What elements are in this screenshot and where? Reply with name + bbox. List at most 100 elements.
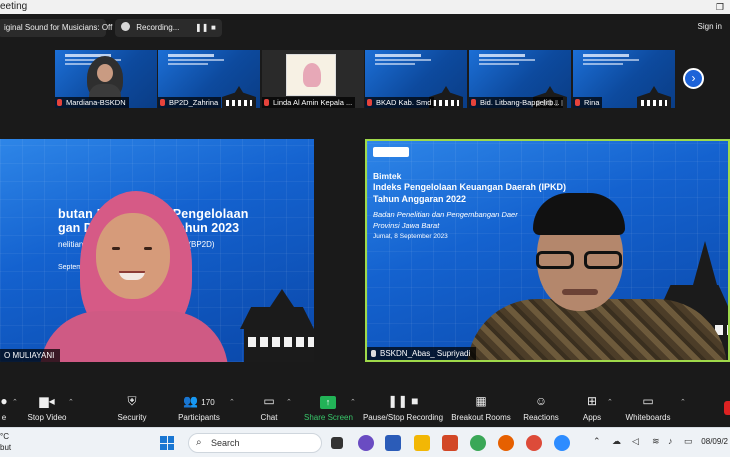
search-placeholder: Search	[211, 438, 240, 448]
window-title: eeting	[0, 1, 28, 12]
security-button[interactable]: ⛨ Security	[114, 393, 150, 422]
microphone-icon: ●	[0, 394, 8, 408]
volume-icon[interactable]: ♪	[668, 436, 673, 446]
original-sound-label: iginal Sound for Musicians: Off	[4, 23, 113, 32]
participant-name: BSKDN_Abas_ Supriyadi	[367, 347, 477, 360]
next-page-button[interactable]: ›	[683, 68, 704, 89]
video-camera-icon: ▆◂	[39, 394, 55, 408]
pause-icon[interactable]: ❚❚	[195, 19, 208, 37]
participant-video	[467, 189, 728, 360]
muted-mic-icon	[160, 99, 165, 106]
share-screen-icon: ↑	[320, 396, 336, 409]
word-icon[interactable]	[385, 435, 401, 451]
muted-mic-icon	[367, 99, 372, 106]
whiteboards-button[interactable]: ▭ Whiteboards	[624, 393, 672, 422]
wifi-icon[interactable]: ≋	[652, 436, 660, 447]
meeting-topbar: iginal Sound for Musicians: Off Recordin…	[0, 14, 730, 42]
main-video-right[interactable]: Bimtek Indeks Pengelolaan Keuangan Daera…	[365, 139, 730, 362]
cloud-icon[interactable]: ☁	[612, 436, 621, 447]
apps-button[interactable]: ⊞ Apps	[581, 393, 603, 422]
recording-icon	[121, 22, 130, 31]
chevron-up-icon[interactable]: ⌃	[68, 398, 74, 406]
chat-icon: ▭	[263, 394, 275, 408]
stop-icon[interactable]: ■	[211, 19, 216, 37]
participant-tile[interactable]: Bid. Litbang-Bappelitb...	[469, 50, 571, 108]
participant-name: Bid. Litbang-Bappelitb...	[469, 97, 563, 108]
battery-icon[interactable]: ▭	[684, 436, 693, 447]
reactions-button[interactable]: ☺ Reactions	[522, 393, 560, 422]
chrome-profile-icon[interactable]	[526, 435, 542, 451]
firefox-icon[interactable]	[498, 435, 514, 451]
participant-name: Mardiana-BSKDN	[55, 97, 129, 108]
mic-icon	[371, 350, 376, 357]
smiley-icon: ☺	[534, 394, 548, 408]
weather-text: but	[0, 443, 12, 452]
slide-subtitle-2: Provinsi Jawa Barat	[373, 221, 440, 230]
stop-video-button[interactable]: ▆◂ Stop Video	[25, 393, 69, 422]
taskbar-search[interactable]: ⌕ Search	[188, 433, 322, 453]
slide-title-line0: Bimtek	[373, 171, 402, 181]
apps-icon: ⊞	[586, 394, 598, 408]
participant-tile[interactable]: Linda Al Amin Kepala ...	[262, 50, 364, 108]
recording-indicator: Recording... ❚❚ ■	[115, 19, 222, 37]
file-explorer-icon[interactable]	[414, 435, 430, 451]
participant-name: BKAD Kab. Smd	[365, 97, 435, 108]
pause-stop-recording-button[interactable]: ❚❚ ■ Pause/Stop Recording	[362, 393, 444, 422]
participant-tile[interactable]: Mardiana-BSKDN	[55, 50, 157, 108]
participant-video	[40, 191, 228, 362]
weather-widget[interactable]: °C but	[0, 431, 11, 453]
chat-button[interactable]: ▭ Chat	[258, 393, 280, 422]
taskbar-date[interactable]: 08/09/2	[701, 437, 728, 446]
mute-button[interactable]: ● e	[0, 393, 9, 422]
powerpoint-icon[interactable]	[442, 435, 458, 451]
participant-tile[interactable]: Rina	[573, 50, 675, 108]
muted-mic-icon	[575, 99, 580, 106]
chevron-up-icon[interactable]: ⌃	[680, 398, 686, 406]
chevron-up-icon[interactable]: ⌃	[593, 436, 601, 447]
chrome-icon[interactable]	[470, 435, 486, 451]
muted-mic-icon	[264, 99, 269, 106]
chat-app-icon[interactable]	[358, 435, 374, 451]
shield-icon: ⛨	[127, 394, 137, 408]
muted-mic-icon	[471, 99, 476, 106]
whiteboard-icon: ▭	[642, 394, 654, 408]
participants-icon: 👥 170	[183, 394, 215, 408]
task-view-icon[interactable]	[331, 437, 343, 449]
participant-name: O MULIAYANI	[0, 349, 61, 362]
breakout-rooms-button[interactable]: ▦ Breakout Rooms	[451, 393, 511, 422]
signin-link[interactable]: Sign in	[698, 22, 722, 31]
share-screen-button[interactable]: ↑ Share Screen	[304, 393, 353, 422]
zoom-icon[interactable]	[554, 435, 570, 451]
search-icon: ⌕	[196, 437, 202, 448]
participant-tile[interactable]: BKAD Kab. Smd	[365, 50, 467, 108]
participant-tile[interactable]: BP2D_Zahrina	[158, 50, 260, 108]
building-windows	[248, 337, 314, 347]
participant-strip: Mardiana-BSKDN BP2D_Zahrina Linda Al Ami…	[0, 50, 730, 108]
os-taskbar: °C but ⌕ Search ⌃ ☁ ◁ ≋ ♪ ▭ 08/09/2	[0, 427, 730, 457]
recording-label: Recording...	[136, 23, 180, 32]
end-meeting-button[interactable]	[724, 401, 730, 415]
slide-title-line2: Tahun Anggaran 2022	[373, 194, 467, 204]
restore-window-icon[interactable]: ❐	[716, 0, 724, 14]
participants-count: 170	[201, 398, 215, 407]
windows-start-icon[interactable]	[160, 436, 174, 450]
original-sound-indicator[interactable]: iginal Sound for Musicians: Off	[0, 19, 112, 37]
chevron-up-icon[interactable]: ⌃	[350, 398, 356, 406]
chevron-up-icon[interactable]: ⌃	[607, 398, 613, 406]
chevron-up-icon[interactable]: ⌃	[12, 398, 18, 406]
chevron-up-icon[interactable]: ⌃	[286, 398, 292, 406]
chevron-up-icon[interactable]: ⌃	[229, 398, 235, 406]
participant-video	[286, 54, 336, 96]
participant-name: BP2D_Zahrina	[158, 97, 222, 108]
pagoda-roof	[240, 307, 314, 329]
logo-icons	[373, 147, 409, 157]
main-video-left[interactable]: butan Data Indeks Pengelolaan gan Daerah…	[0, 139, 314, 362]
meeting-toolbar: ● e ⌃ ▆◂ Stop Video ⌃ ⛨ Security 👥 170 Pa…	[0, 390, 730, 427]
speaker-icon[interactable]: ◁	[632, 436, 639, 447]
breakout-rooms-icon: ▦	[475, 394, 487, 408]
muted-mic-icon	[57, 99, 62, 106]
chevron-right-icon: ›	[691, 71, 696, 85]
weather-temp: °C	[0, 432, 9, 441]
participant-name: Rina	[573, 97, 603, 108]
participants-button[interactable]: 👥 170 Participants	[176, 393, 222, 422]
